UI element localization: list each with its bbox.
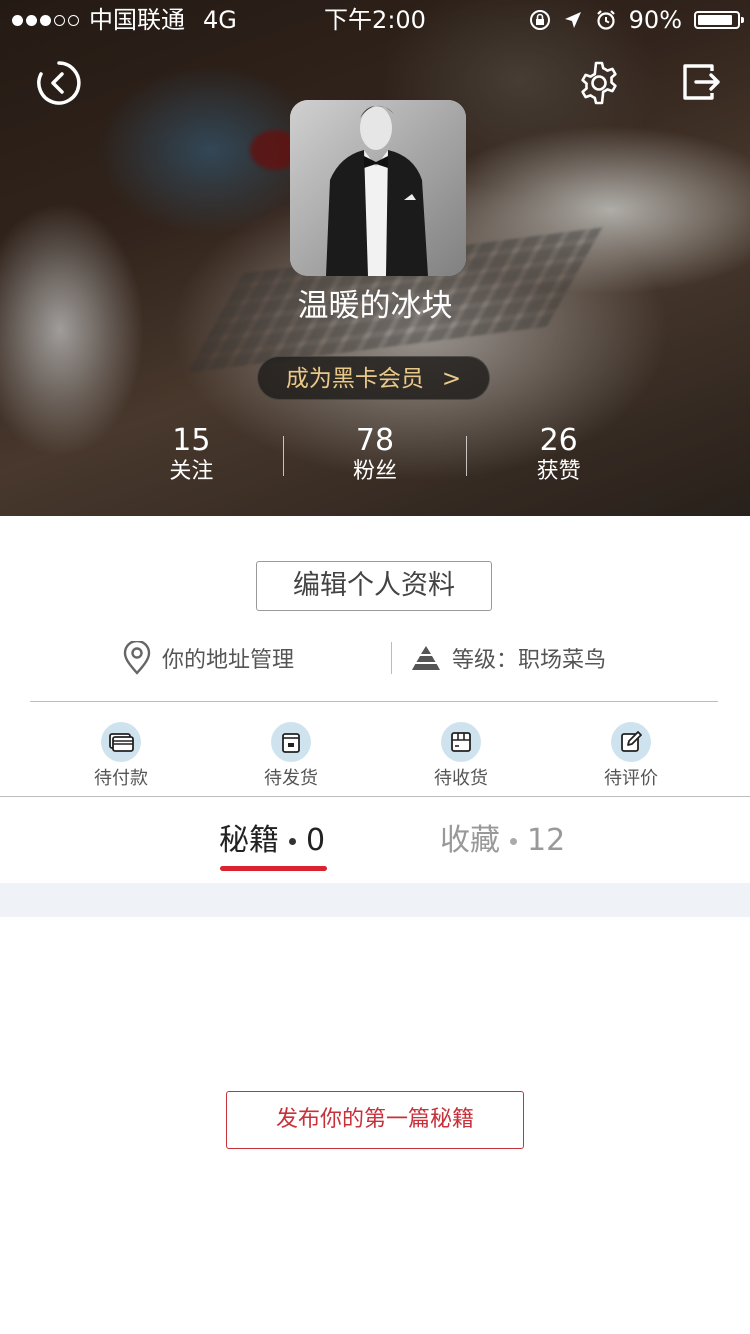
location-pin-icon: [123, 641, 151, 675]
back-button[interactable]: [36, 60, 82, 106]
order-pending-payment[interactable]: 待付款: [36, 722, 206, 794]
order-pending-shipment[interactable]: 待发货: [206, 722, 376, 794]
order-label: 待收货: [434, 768, 488, 789]
stat-value: 78: [355, 423, 395, 458]
alarm-icon: [596, 10, 615, 30]
order-pending-receipt[interactable]: 待收货: [376, 722, 546, 794]
chevron-right-icon: >: [441, 366, 462, 392]
logout-icon: [683, 64, 720, 100]
tab-label: 收藏: [440, 823, 500, 858]
tab-count: 12: [527, 823, 566, 858]
user-level: 等级：职场菜鸟: [410, 636, 606, 680]
edit-icon: [621, 731, 642, 752]
publish-first-secret-button[interactable]: 发布你的第一篇秘籍: [226, 1091, 524, 1149]
divider: [30, 701, 718, 702]
location-arrow-icon: [564, 12, 581, 28]
profile-stats: 15 关注 78 粉丝 26 获赞: [100, 424, 650, 490]
card-icon: [109, 733, 134, 752]
address-label: 你的地址管理: [162, 648, 295, 673]
status-bar: 中国联通 4G 下午2:00 90%: [0, 0, 750, 40]
status-time: 下午2:00: [324, 6, 426, 34]
level-label: 等级：职场菜鸟: [452, 648, 607, 673]
stat-following[interactable]: 15 关注: [100, 424, 283, 490]
tab-count: 0: [306, 823, 326, 858]
battery-icon: [694, 11, 744, 29]
tab-secrets[interactable]: 秘籍 0: [219, 808, 325, 874]
avatar[interactable]: [290, 100, 466, 276]
divider: [0, 796, 750, 797]
rotation-lock-icon: [529, 10, 550, 30]
logout-button[interactable]: [682, 62, 722, 102]
order-pending-review[interactable]: 待评价: [546, 722, 716, 794]
vip-label: 成为黑卡会员: [285, 366, 424, 392]
active-tab-indicator: [220, 866, 327, 871]
divider: [391, 642, 392, 674]
address-management-link[interactable]: 你的地址管理: [122, 636, 294, 680]
tab-favorites[interactable]: 收藏 12: [440, 808, 565, 874]
order-label: 待发货: [264, 768, 318, 789]
level-pyramid-icon: [412, 646, 440, 670]
tab-label: 秘籍: [219, 823, 279, 858]
order-label: 待付款: [94, 768, 148, 789]
stat-label: 关注: [169, 459, 214, 484]
username: 温暖的冰块: [297, 288, 453, 324]
order-shortcuts: 待付款 待发货 待收货 待评价: [36, 722, 716, 794]
box-icon: [451, 732, 471, 752]
content-tabs: 秘籍 0 收藏 12: [0, 808, 750, 878]
stat-followers[interactable]: 78 粉丝: [284, 424, 467, 490]
profile-header: 中国联通 4G 下午2:00 90% 温暖的冰块 成为黑卡会员 > 15 关注 …: [0, 0, 750, 516]
bullet-dot-icon: [289, 837, 296, 845]
stat-label: 粉丝: [353, 459, 398, 484]
avatar-photo: [290, 100, 466, 276]
info-row: 你的地址管理 等级：职场菜鸟: [0, 636, 750, 680]
battery-percent: 90%: [628, 6, 682, 34]
back-circle-icon: [37, 61, 81, 105]
gear-icon: [581, 61, 617, 105]
package-icon: [282, 733, 300, 753]
bullet-dot-icon: [510, 837, 517, 845]
order-label: 待评价: [604, 768, 658, 789]
stat-value: 26: [539, 423, 578, 458]
edit-profile-button[interactable]: 编辑个人资料: [256, 561, 492, 611]
stat-value: 15: [172, 423, 211, 458]
settings-button[interactable]: [576, 60, 622, 106]
section-separator: [0, 883, 750, 917]
stat-likes[interactable]: 26 获赞: [467, 424, 650, 490]
become-vip-button[interactable]: 成为黑卡会员 >: [257, 356, 490, 400]
stat-label: 获赞: [536, 459, 581, 484]
